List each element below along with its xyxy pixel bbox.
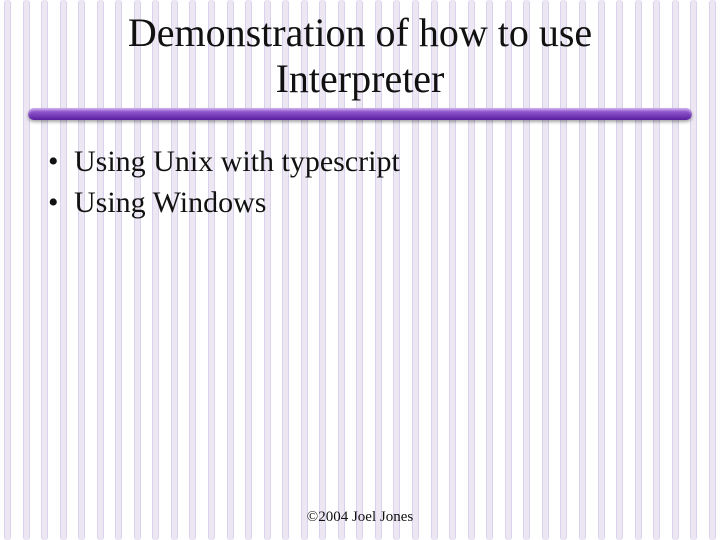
- slide-content: Demonstration of how to use Interpreter …: [0, 0, 720, 540]
- list-item: Using Unix with typescript: [48, 142, 720, 183]
- title-divider-bar: [28, 108, 692, 120]
- copyright-footer: ©2004 Joel Jones: [0, 509, 720, 526]
- bullet-list: Using Unix with typescript Using Windows: [48, 142, 720, 223]
- slide: Demonstration of how to use Interpreter …: [0, 0, 720, 540]
- slide-title: Demonstration of how to use Interpreter: [0, 0, 720, 104]
- list-item: Using Windows: [48, 183, 720, 224]
